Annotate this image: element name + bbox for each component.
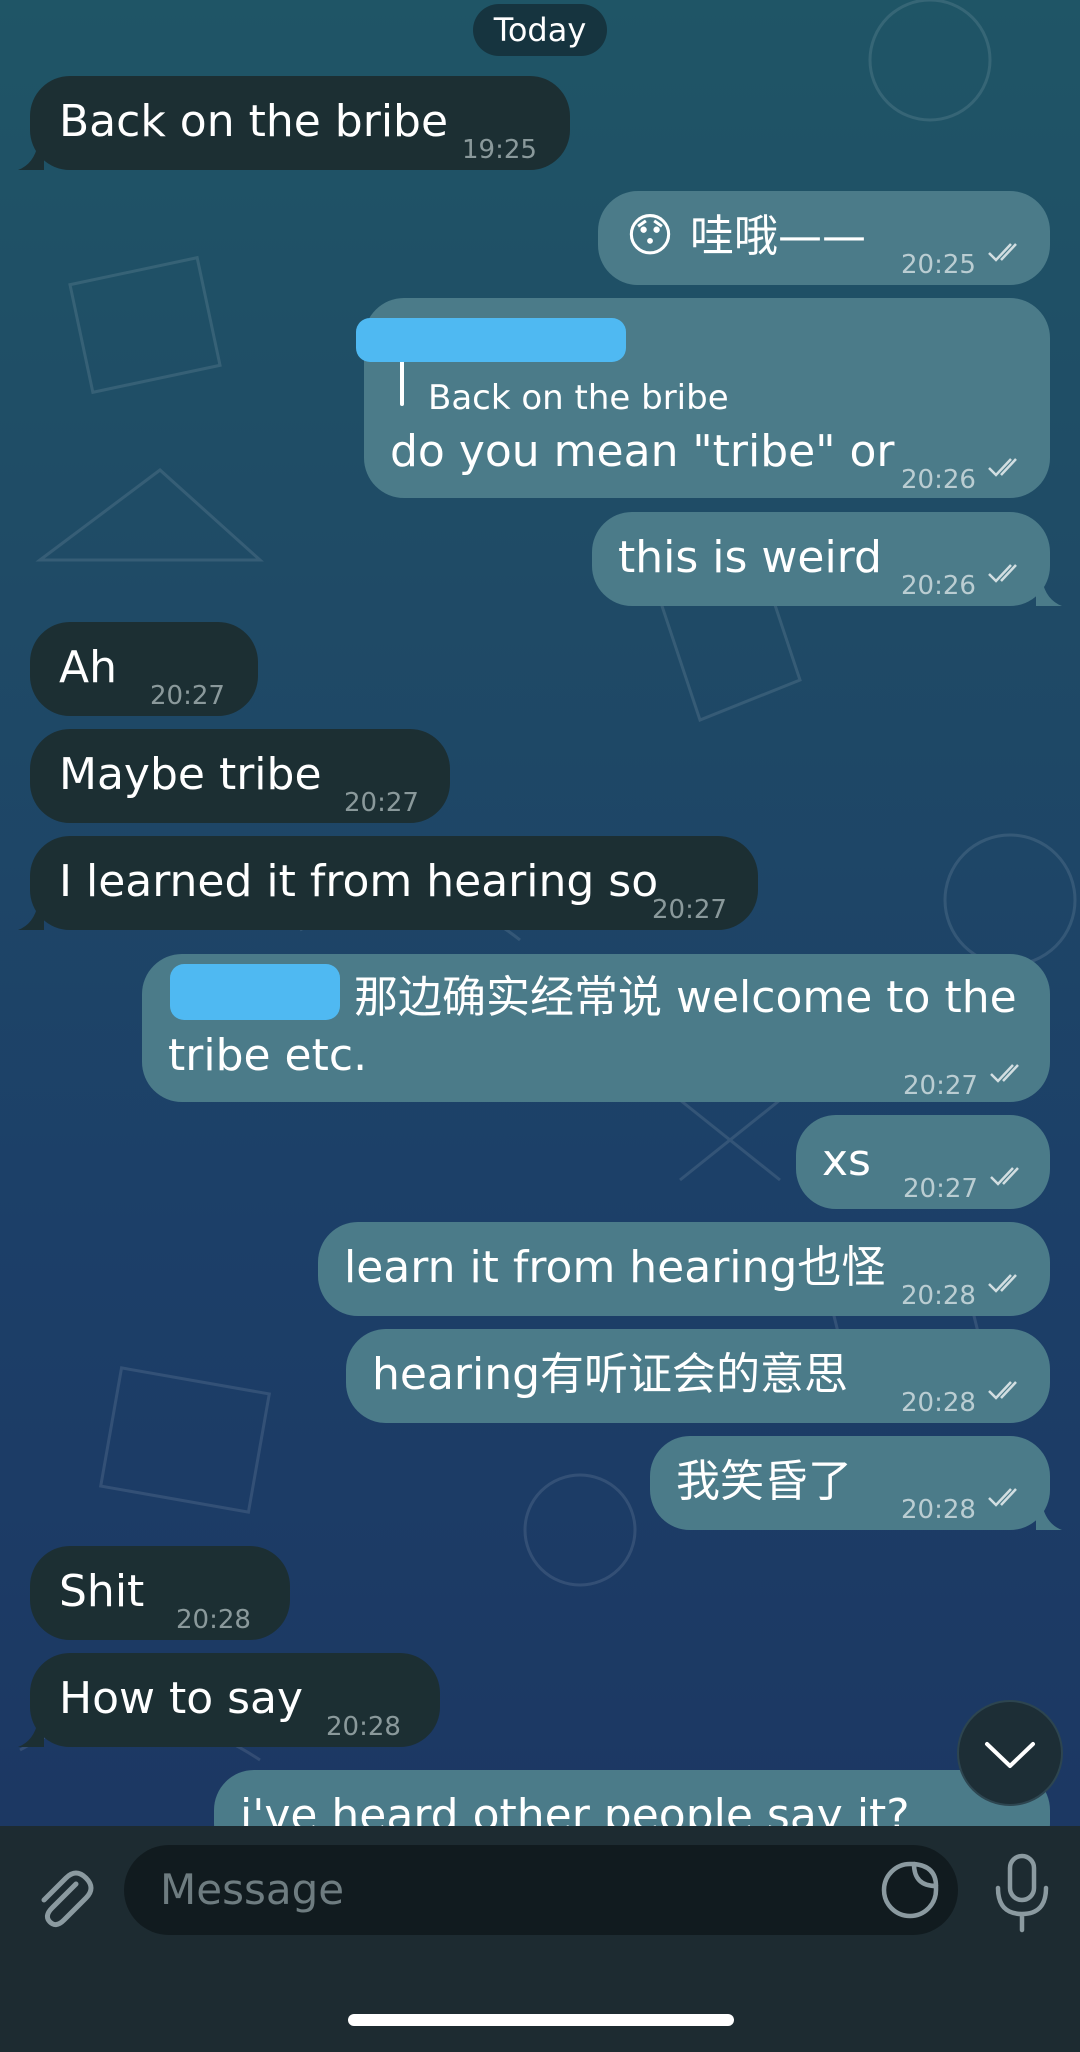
read-receipt-icon [988,243,1017,262]
bubble-tail [18,904,44,930]
message-text: Back on the bribe [59,96,449,147]
message-outgoing[interactable]: hearing有听证会的意思 20:28 [346,1329,1050,1423]
reply-quote-text: Back on the bribe [428,378,729,418]
message-text: Ah [59,642,117,693]
sticker-icon[interactable] [878,1858,942,1922]
message-text-line: 那边确实经常说 welcome to the [354,972,1017,1023]
message-text: xs [822,1135,871,1186]
message-incoming[interactable]: Back on the bribe 19:25 [30,76,570,170]
message-text: I learned it from hearing so [59,856,659,907]
read-receipt-icon [988,1381,1017,1400]
message-text: 哇哦—— [690,211,866,262]
message-text: this is weird [618,532,882,583]
message-incoming[interactable]: Maybe tribe 20:27 [30,729,450,823]
message-incoming[interactable]: Shit 20:28 [30,1546,290,1640]
message-time: 20:28 [901,1281,976,1311]
bubble-tail [18,1721,44,1747]
message-input-placeholder: Message [160,1865,345,1914]
message-outgoing-reply[interactable]: Back on the bribe do you mean "tribe" or… [356,298,1050,498]
message-time: 20:27 [150,681,225,711]
read-receipt-icon [988,458,1017,477]
read-receipt-icon [988,1488,1017,1507]
message-outgoing[interactable]: xs 20:27 [796,1115,1050,1209]
message-outgoing[interactable]: 😯 哇哦—— 20:25 [598,191,1050,285]
message-time: 20:27 [344,788,419,818]
message-time: 20:28 [176,1605,251,1635]
date-separator: Today [473,4,607,56]
message-text: Shit [59,1566,145,1617]
read-receipt-icon [988,1274,1017,1293]
scroll-to-bottom-button[interactable] [957,1700,1063,1806]
bubble-tail [18,144,44,170]
message-time: 20:27 [903,1071,978,1101]
chevron-down-icon [985,1742,1035,1768]
message-text: How to say [59,1673,304,1724]
message-time: 20:26 [901,571,976,601]
redacted-sender-name [356,318,626,362]
read-receipt-icon [990,1167,1019,1186]
message-text: hearing有听证会的意思 [372,1349,849,1400]
message-time: 20:26 [901,465,976,495]
message-outgoing[interactable]: 我笑昏了 20:28 [650,1436,1050,1530]
message-outgoing[interactable]: learn it from hearing也怪 20:28 [318,1222,1050,1316]
message-text-line: tribe etc. [168,1030,368,1081]
paperclip-icon[interactable] [28,1862,98,1932]
microphone-icon[interactable] [990,1852,1054,1936]
home-indicator[interactable] [348,2014,734,2026]
message-incoming[interactable]: I learned it from hearing so 20:27 [30,836,758,930]
message-time: 20:25 [901,250,976,280]
message-text: Maybe tribe [59,749,322,800]
message-outgoing[interactable]: 那边确实经常说 welcome to the tribe etc. 20:27 [142,954,1050,1102]
message-time: 20:28 [901,1388,976,1418]
redacted-text [170,964,340,1020]
message-time: 20:28 [326,1712,401,1742]
read-receipt-icon [990,1064,1019,1083]
message-text: do you mean "tribe" or [390,426,895,477]
message-text: learn it from hearing也怪 [344,1242,886,1293]
message-time: 20:27 [652,895,727,925]
message-text: 我笑昏了 [676,1456,852,1507]
message-time: 20:27 [903,1174,978,1204]
message-incoming[interactable]: How to say 20:28 [30,1653,440,1747]
bubble-tail [1036,580,1062,606]
emoji-icon: 😯 [626,208,674,262]
read-receipt-icon [988,564,1017,583]
bubble-tail [1036,1504,1062,1530]
message-time: 20:28 [901,1495,976,1525]
message-incoming[interactable]: Ah 20:27 [30,622,258,716]
message-time: 19:25 [462,135,537,165]
message-outgoing[interactable]: this is weird 20:26 [592,512,1050,606]
